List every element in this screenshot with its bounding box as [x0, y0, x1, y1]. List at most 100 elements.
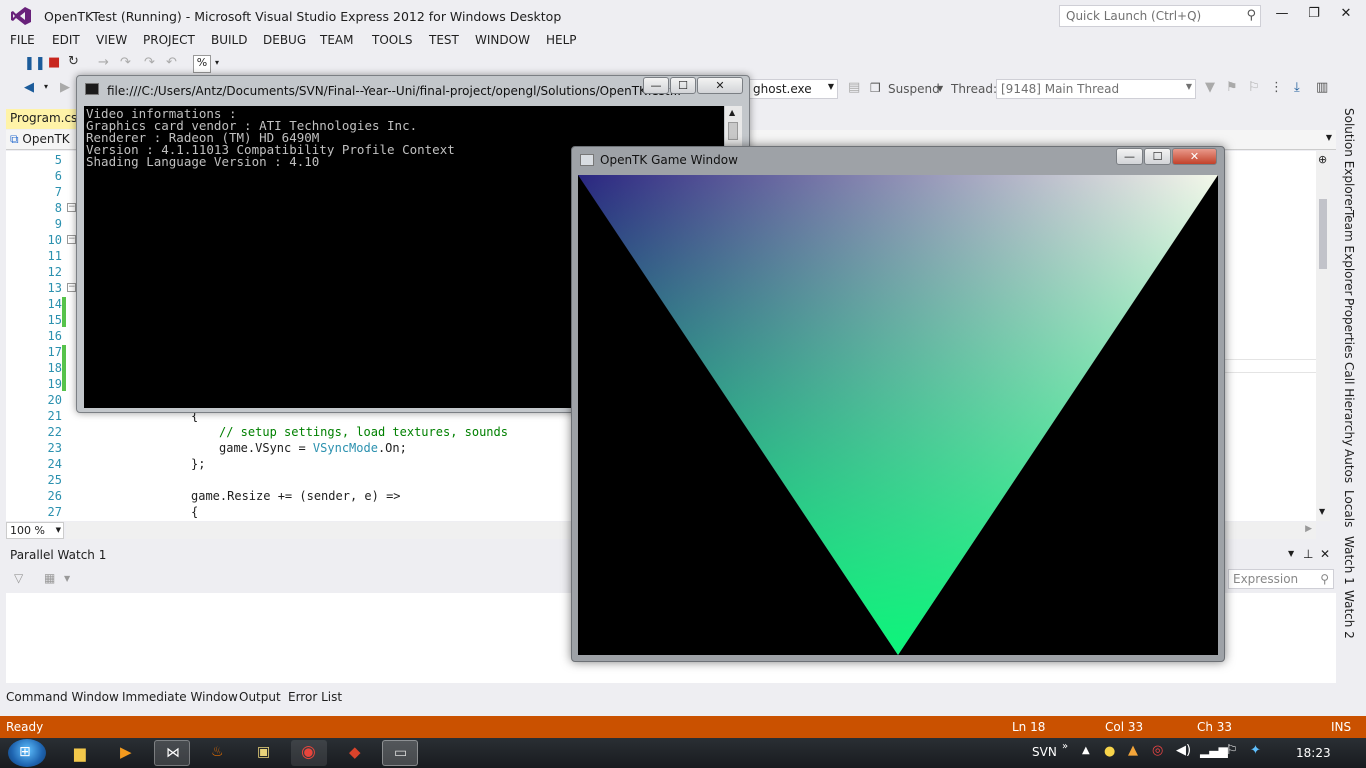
- chevron-down-icon[interactable]: ▼: [64, 574, 70, 583]
- game-close-button[interactable]: ✕: [1172, 148, 1217, 165]
- menu-debug[interactable]: DEBUG: [263, 33, 306, 47]
- tab-properties[interactable]: Properties: [1342, 298, 1356, 359]
- opentk-game-window[interactable]: OpenTK Game Window — ☐ ✕: [571, 146, 1225, 662]
- call-stack-icon[interactable]: ▥: [1316, 80, 1328, 95]
- tab-watch-2[interactable]: Watch 2: [1342, 590, 1356, 639]
- restart-icon[interactable]: ↻: [68, 54, 79, 69]
- navigate-back-icon[interactable]: ◀: [24, 80, 34, 95]
- tab-locals[interactable]: Locals: [1342, 490, 1356, 527]
- tab-team-explorer[interactable]: Team Explorer: [1342, 210, 1356, 296]
- close-panel-icon[interactable]: ✕: [1320, 547, 1330, 561]
- tab-watch-1[interactable]: Watch 1: [1342, 536, 1356, 585]
- quick-launch-input[interactable]: Quick Launch (Ctrl+Q) ⚲: [1059, 5, 1261, 27]
- back-dropdown-icon[interactable]: ▾: [44, 82, 48, 91]
- expression-input[interactable]: Expression ⚲: [1228, 569, 1334, 589]
- thread-combo[interactable]: [9148] Main Thread ▼: [996, 79, 1196, 99]
- volume-icon[interactable]: ◀): [1176, 743, 1191, 758]
- split-editor-icon[interactable]: ⊕: [1318, 153, 1327, 166]
- menu-help[interactable]: HELP: [546, 33, 577, 47]
- taskbar-app-media[interactable]: ▶: [110, 740, 146, 766]
- console-maximize-button[interactable]: ☐: [670, 77, 696, 94]
- doc-tab-program-cs[interactable]: Program.cs: [6, 109, 77, 129]
- tab-command-window[interactable]: Command Window: [6, 690, 119, 704]
- editor-vertical-scrollbar[interactable]: ⊕ ▼: [1316, 151, 1330, 521]
- tab-immediate-window[interactable]: Immediate Window: [122, 690, 238, 704]
- nav-type-combo[interactable]: ⧉ OpenTK: [10, 132, 70, 147]
- navigate-forward-icon[interactable]: ▶: [60, 80, 70, 95]
- step-into-icon[interactable]: ↷: [120, 55, 131, 70]
- tray-notes-icon[interactable]: ●: [1104, 744, 1115, 759]
- zoom-combo[interactable]: 100 % ▼: [6, 522, 64, 539]
- start-button[interactable]: ⊞: [8, 739, 46, 767]
- tab-call-hierarchy[interactable]: Call Hierarchy: [1342, 362, 1356, 446]
- collapse-icon[interactable]: −: [67, 235, 76, 244]
- taskbar-app-game[interactable]: ◆: [338, 740, 374, 766]
- taskbar-app-gallery[interactable]: ▣: [246, 740, 282, 766]
- suspend-dropdown-icon[interactable]: ▼: [937, 84, 943, 93]
- tray-clock[interactable]: 18:23: [1296, 746, 1331, 760]
- game-render-canvas[interactable]: [578, 175, 1218, 655]
- menu-build[interactable]: BUILD: [211, 33, 247, 47]
- console-close-button[interactable]: ✕: [697, 77, 743, 94]
- tray-package-icon[interactable]: ▲: [1128, 743, 1138, 758]
- show-hidden-icons[interactable]: ▲: [1082, 745, 1090, 756]
- network-icon[interactable]: ▂▄▆: [1200, 744, 1228, 758]
- process-combo[interactable]: ghost.exe ▼: [748, 79, 838, 99]
- language-bar-chevron-icon[interactable]: »: [1062, 741, 1068, 752]
- hex-display-icon[interactable]: %: [193, 55, 211, 73]
- menu-project[interactable]: PROJECT: [143, 33, 195, 47]
- unflag-icon[interactable]: ⚐: [1248, 80, 1260, 95]
- tab-autos[interactable]: Autos: [1342, 449, 1356, 483]
- panel-menu-icon[interactable]: ▼: [1288, 549, 1294, 558]
- taskbar-app-chrome[interactable]: ◉: [291, 740, 327, 766]
- stack-frame-icon[interactable]: ⤓: [1294, 80, 1300, 95]
- scroll-thumb[interactable]: [728, 122, 738, 140]
- scroll-down-icon[interactable]: ▼: [1319, 507, 1325, 516]
- taskbar-app-opentk[interactable]: ▭: [382, 740, 418, 766]
- menu-view[interactable]: VIEW: [96, 33, 127, 47]
- filter-icon[interactable]: ▽: [14, 571, 23, 585]
- game-maximize-button[interactable]: ☐: [1144, 148, 1171, 165]
- taskbar-app-explorer[interactable]: ▆: [64, 740, 100, 766]
- menu-window[interactable]: WINDOW: [475, 33, 530, 47]
- collapse-icon[interactable]: −: [67, 203, 76, 212]
- menu-edit[interactable]: EDIT: [52, 33, 80, 47]
- console-minimize-button[interactable]: —: [643, 77, 669, 94]
- show-next-statement-icon[interactable]: →: [98, 55, 109, 70]
- menu-test[interactable]: TEST: [429, 33, 459, 47]
- scroll-thumb[interactable]: [1319, 199, 1327, 269]
- tray-sync-icon[interactable]: ✦: [1250, 743, 1261, 758]
- step-out-icon[interactable]: ↶: [166, 55, 177, 70]
- close-button[interactable]: ✕: [1334, 6, 1358, 24]
- flag-icon[interactable]: ⚑: [1226, 80, 1238, 95]
- suspend-label[interactable]: Suspend: [888, 82, 940, 96]
- tab-solution-explorer[interactable]: Solution Explorer: [1342, 108, 1356, 211]
- step-over-icon[interactable]: ↷: [144, 55, 155, 70]
- suspend-icon[interactable]: ❒: [870, 81, 881, 95]
- stop-icon[interactable]: ■: [48, 55, 60, 70]
- taskbar-app-visual-studio[interactable]: ⋈: [154, 740, 190, 766]
- pin-icon[interactable]: ⊥: [1303, 547, 1313, 561]
- toolbar-overflow-icon[interactable]: ▾: [215, 58, 219, 67]
- parallel-stacks-icon[interactable]: ⋮: [1270, 80, 1283, 95]
- tab-error-list[interactable]: Error List: [288, 690, 342, 704]
- menu-tools[interactable]: TOOLS: [372, 33, 413, 47]
- tab-output[interactable]: Output: [239, 690, 281, 704]
- scroll-right-icon[interactable]: ▶: [1305, 524, 1312, 534]
- tray-security-icon[interactable]: ◎: [1152, 743, 1163, 758]
- grid-icon[interactable]: ▦: [44, 571, 55, 585]
- lifecycle-events-icon[interactable]: ▤: [848, 80, 860, 95]
- minimize-button[interactable]: —: [1270, 6, 1294, 24]
- game-minimize-button[interactable]: —: [1116, 148, 1143, 165]
- members-dropdown-icon[interactable]: ▼: [1326, 133, 1332, 142]
- restore-button[interactable]: ❐: [1302, 6, 1326, 24]
- pause-icon[interactable]: ❚❚: [24, 56, 46, 71]
- collapse-icon[interactable]: −: [67, 283, 76, 292]
- menu-team[interactable]: TEAM: [320, 33, 353, 47]
- action-center-icon[interactable]: ⚐: [1226, 743, 1238, 758]
- scroll-up-icon[interactable]: ▲: [729, 108, 735, 117]
- tray-language[interactable]: SVN: [1032, 745, 1057, 759]
- filter-icon[interactable]: ▼: [1205, 80, 1215, 95]
- taskbar-app-java[interactable]: ♨: [200, 740, 236, 766]
- menu-file[interactable]: FILE: [10, 33, 35, 47]
